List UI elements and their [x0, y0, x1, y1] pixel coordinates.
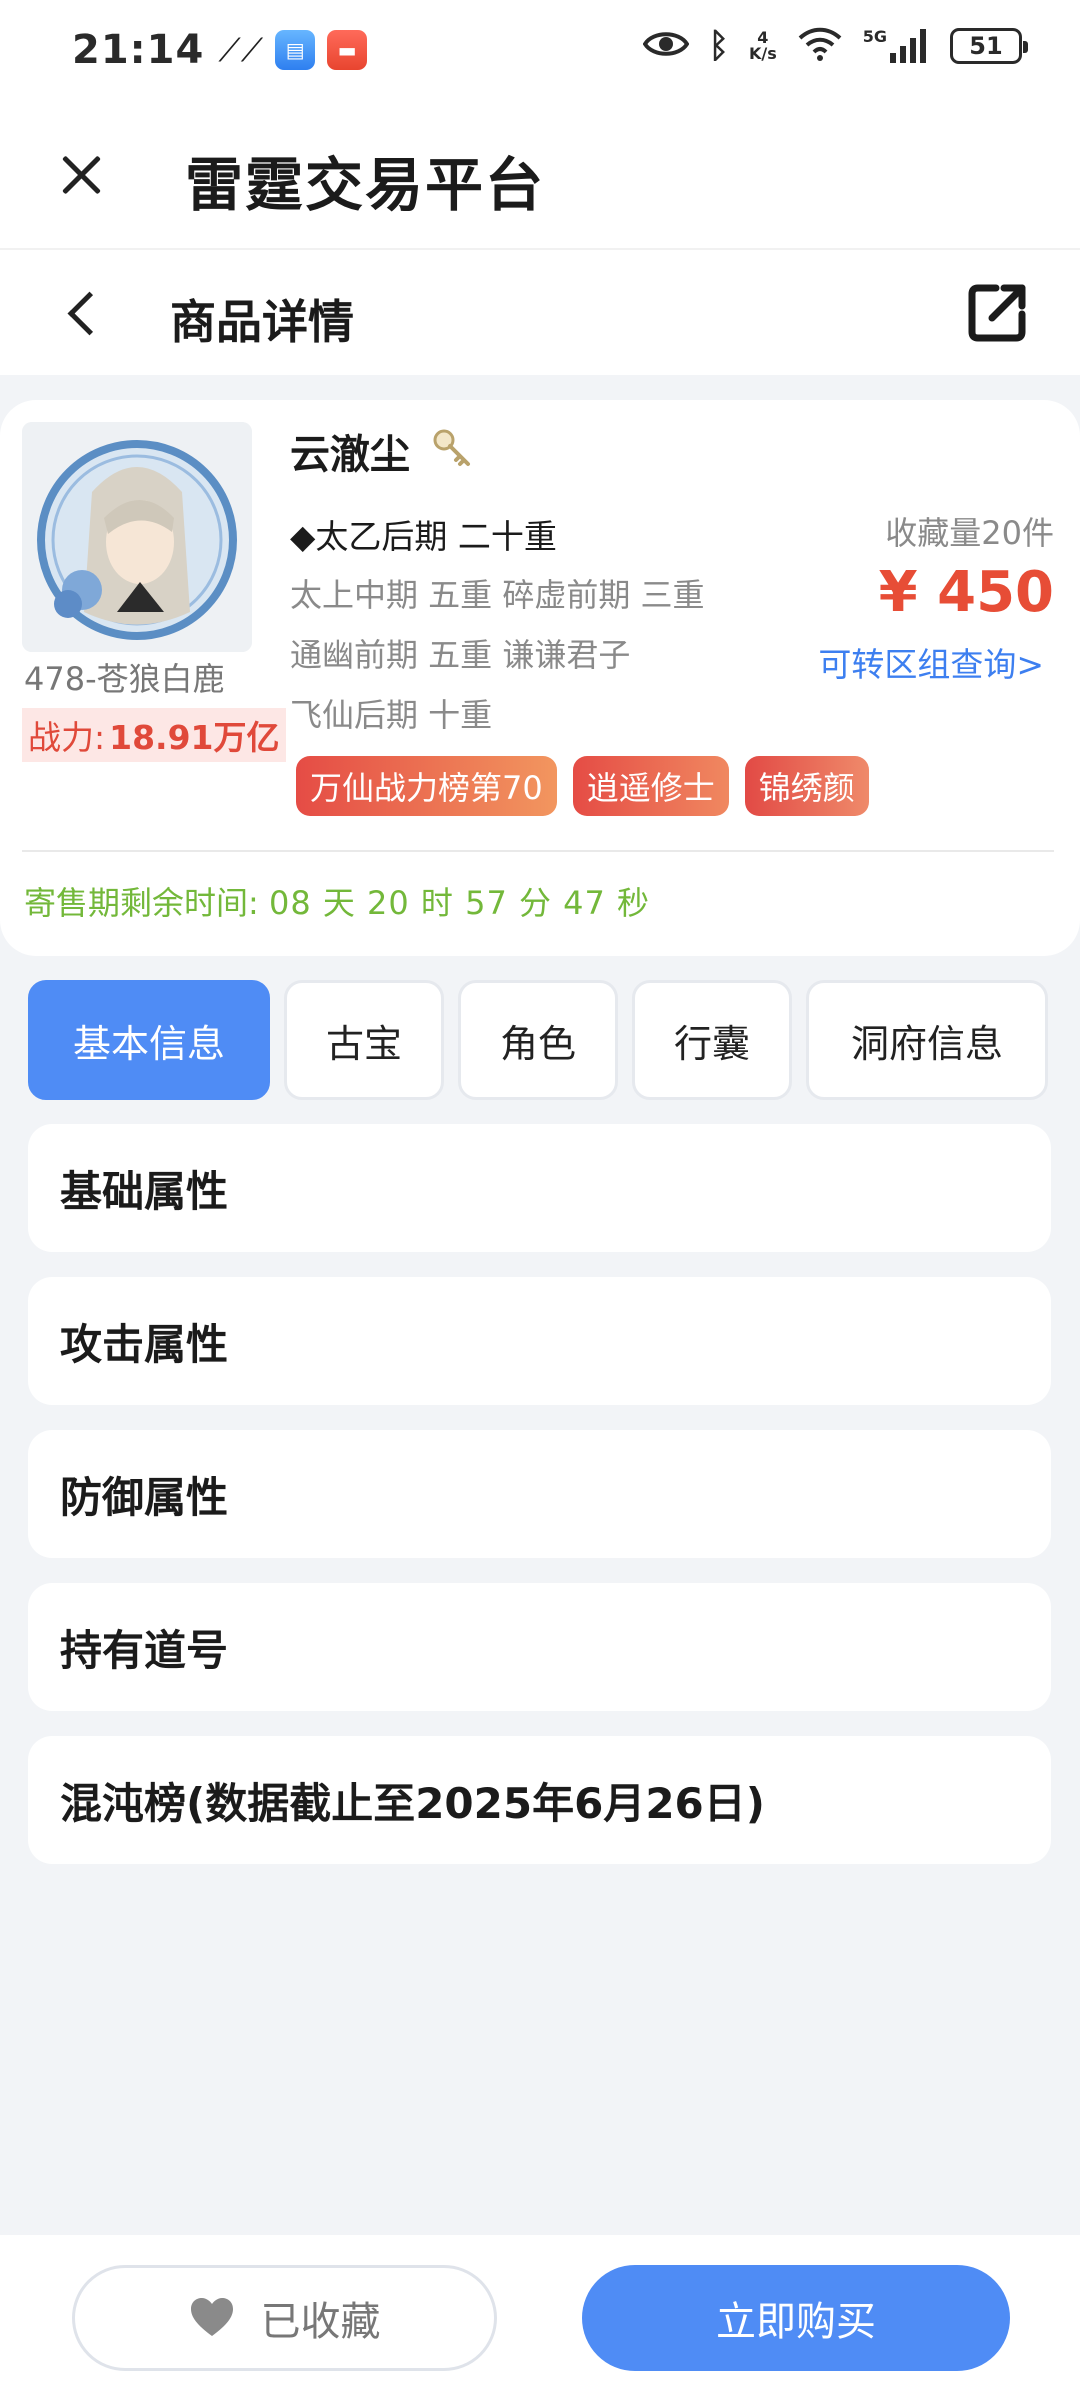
cell-signal-icon: 5G	[863, 29, 930, 63]
divider	[22, 850, 1054, 852]
consignment-countdown: 寄售期剩余时间: 08 天 20 时 57 分 47 秒	[24, 878, 650, 924]
character-avatar[interactable]	[22, 422, 252, 652]
tag: 逍遥修士	[572, 756, 729, 816]
countdown-value: 08 天 20 时 57 分 47 秒	[268, 884, 651, 922]
key-icon	[430, 426, 474, 470]
tag-list: 万仙战力榜第70 逍遥修士 锦绣颜	[296, 756, 869, 816]
tag: 锦绣颜	[744, 756, 869, 816]
power-value: 18.91万亿	[109, 718, 280, 757]
trade-detail-screen: 21:14 ⟋⟋ ▤ ▬ ᛒ 4 K/s 5G 51 雷霆交易平台 商品详情 4…	[0, 0, 1080, 2400]
tab-role[interactable]: 角色	[458, 980, 618, 1100]
link-icon: ⟋⟋	[218, 31, 264, 69]
status-bar: 21:14 ⟋⟋ ▤ ▬ ᛒ 4 K/s 5G 51	[0, 0, 1080, 100]
favorite-label: 已收藏	[260, 2299, 381, 2345]
network-speed: 4 K/s	[748, 28, 777, 63]
tab-cave-info[interactable]: 洞府信息	[806, 980, 1048, 1100]
product-card: 478-苍狼白鹿 战力: 18.91万亿 云澈尘 ◆太乙后期 二十重 太上中期 …	[0, 400, 1080, 956]
server-name: 478-苍狼白鹿	[24, 660, 225, 698]
transfer-query-link[interactable]: 可转区组查询>	[818, 638, 1044, 686]
section-chaos-ranking[interactable]: 混沌榜(数据截止至2025年6月26日)	[28, 1736, 1051, 1864]
wifi-icon	[797, 26, 843, 66]
tab-treasure[interactable]: 古宝	[284, 980, 444, 1100]
buy-now-button[interactable]: 立即购买	[582, 2265, 1010, 2371]
power-label: 战力:	[28, 718, 106, 757]
close-button[interactable]	[55, 148, 109, 202]
section-attack-attributes[interactable]: 攻击属性	[28, 1277, 1051, 1405]
status-time: 21:14	[72, 27, 205, 73]
collect-count: 收藏量20件	[885, 514, 1054, 552]
eye-icon	[642, 29, 689, 63]
realm-line: 飞仙后期 十重	[290, 696, 493, 734]
realm-line: 太上中期 五重 碎虚前期 三重	[290, 576, 705, 614]
section-defense-attributes[interactable]: 防御属性	[28, 1430, 1051, 1558]
favorite-button[interactable]: 已收藏	[72, 2265, 497, 2371]
bluetooth-icon: ᛒ	[708, 26, 729, 66]
battery-icon: 51	[950, 28, 1028, 64]
section-basic-attributes[interactable]: 基础属性	[28, 1124, 1051, 1252]
heart-icon	[190, 2298, 233, 2336]
price: ¥ 450	[878, 560, 1054, 625]
realm-main: ◆太乙后期 二十重	[290, 517, 557, 556]
back-button[interactable]	[60, 290, 106, 336]
page-header: 商品详情	[0, 250, 1080, 375]
section-titles[interactable]: 持有道号	[28, 1583, 1051, 1711]
character-name: 云澈尘	[290, 432, 410, 478]
share-icon	[968, 284, 1026, 342]
store-app-icon: ▬	[327, 30, 368, 70]
power-badge: 战力: 18.91万亿	[22, 708, 286, 762]
realm-line: 通幽前期 五重 谦谦君子	[290, 636, 631, 674]
tab-bag[interactable]: 行囊	[632, 980, 792, 1100]
reader-app-icon: ▤	[275, 30, 316, 70]
app-header: 雷霆交易平台	[0, 100, 1080, 250]
tag: 万仙战力榜第70	[296, 756, 557, 816]
page-title: 商品详情	[170, 295, 354, 349]
countdown-label: 寄售期剩余时间:	[24, 884, 259, 922]
app-title: 雷霆交易平台	[185, 151, 546, 219]
tab-basic-info[interactable]: 基本信息	[28, 980, 270, 1100]
detail-tabs: 基本信息 古宝 角色 行囊 洞府信息	[28, 980, 1048, 1100]
share-button[interactable]	[966, 280, 1030, 344]
bottom-action-bar: 已收藏 立即购买	[0, 2235, 1080, 2400]
